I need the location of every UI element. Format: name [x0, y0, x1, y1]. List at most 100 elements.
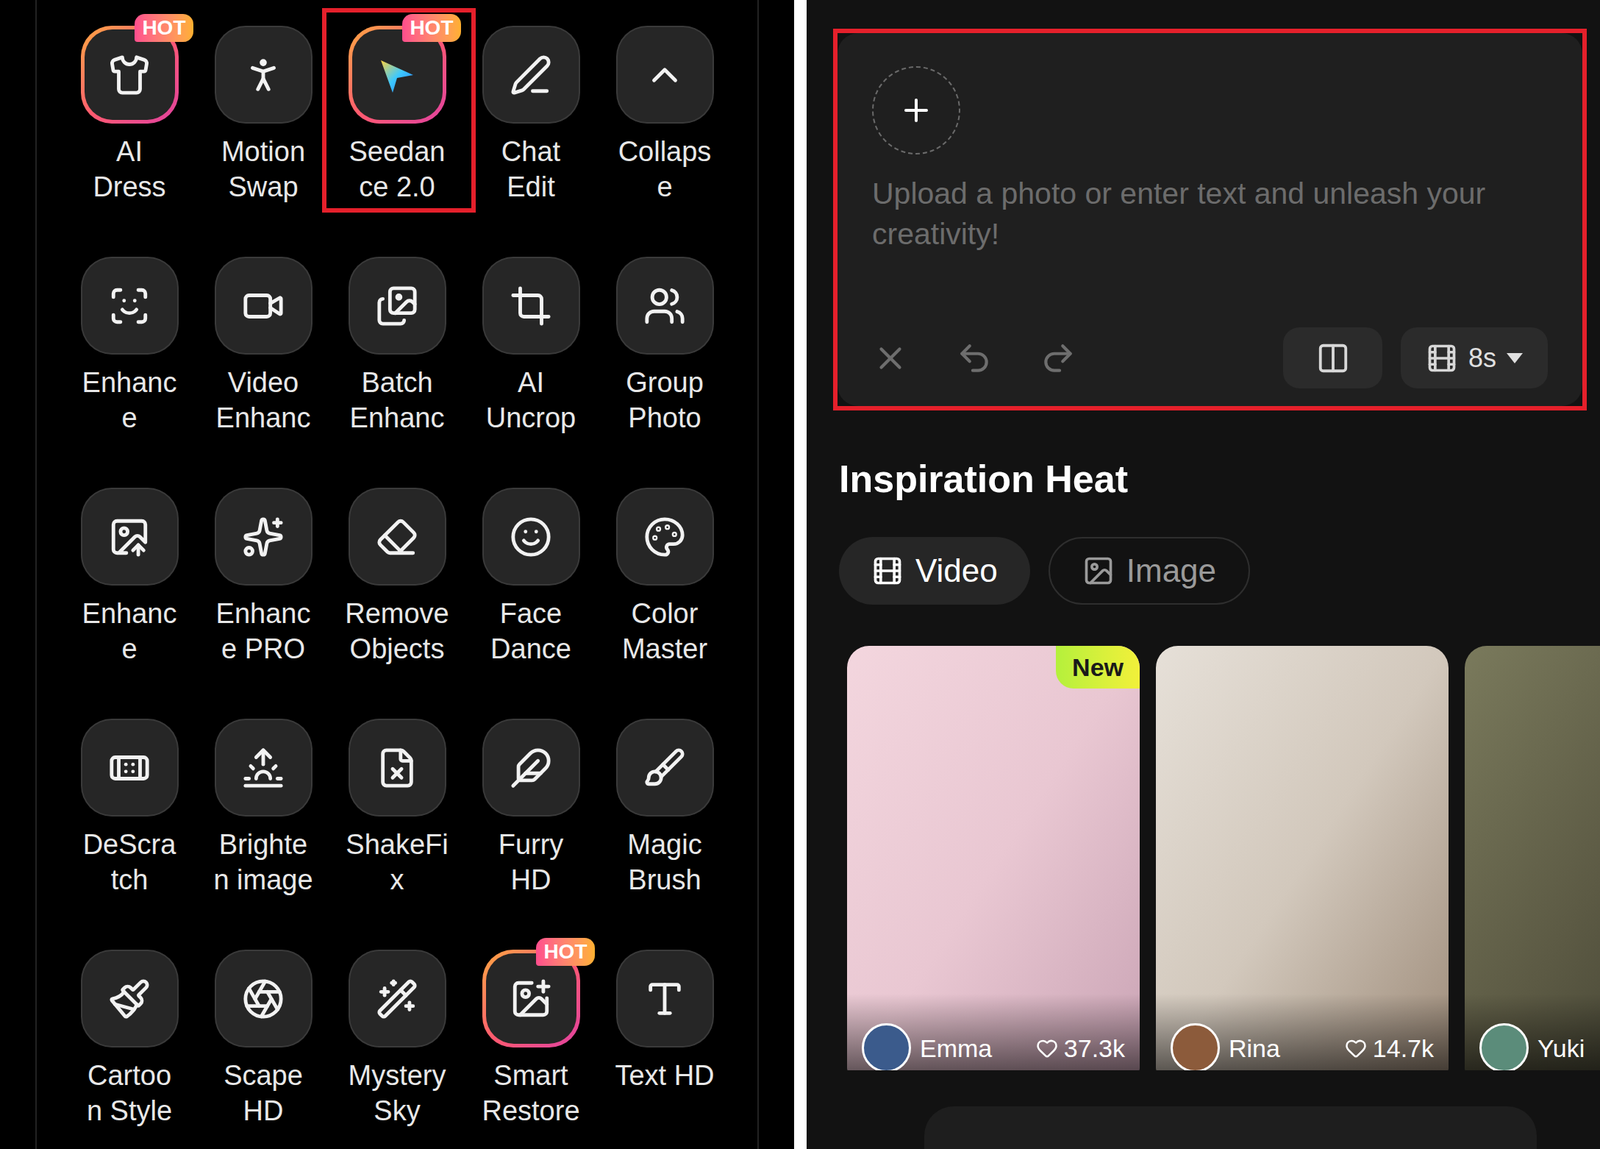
text-icon	[643, 977, 687, 1020]
heart-icon[interactable]	[1036, 1036, 1059, 1059]
tool-icon-frame	[616, 487, 714, 586]
chevron-up-icon	[643, 53, 687, 97]
tool-item[interactable]: ScapeHD	[196, 949, 331, 1149]
tool-label: AIUncrop	[486, 364, 577, 436]
redo-icon[interactable]	[1039, 339, 1077, 377]
tool-icon-frame	[348, 718, 447, 817]
upload-button[interactable]	[872, 66, 961, 155]
media-tab[interactable]: Video	[838, 536, 1031, 605]
tool-item[interactable]: GroupPhoto	[597, 256, 732, 488]
tool-item[interactable]: Enhance	[62, 487, 197, 719]
shake-icon	[375, 746, 419, 789]
tool-label: VideoEnhanc	[216, 364, 312, 436]
clear-icon[interactable]	[872, 339, 909, 377]
tool-item[interactable]: FurryHD	[463, 718, 598, 950]
tool-label: GroupPhoto	[625, 364, 704, 436]
video-icon	[241, 284, 285, 328]
author-avatar	[1479, 1022, 1529, 1070]
motion-icon	[241, 53, 285, 97]
tool-icon-frame	[348, 256, 447, 355]
tool-icon-frame	[214, 718, 313, 817]
sunrise-icon	[241, 746, 285, 789]
brush-icon	[643, 746, 687, 789]
tool-item[interactable]: Enhance	[62, 256, 197, 488]
tool-item[interactable]: HOTSeedance 2.0	[330, 25, 464, 257]
tool-label: ColorMaster	[622, 595, 708, 667]
tool-icon-frame	[214, 256, 313, 355]
tool-item[interactable]: RemoveObjects	[330, 487, 464, 719]
eraser-icon	[375, 515, 419, 559]
tool-item[interactable]: ChatEdit	[463, 25, 598, 257]
plus-icon	[898, 92, 934, 128]
tool-icon-frame	[348, 949, 447, 1048]
dress-icon	[108, 53, 151, 97]
paintbrush-icon	[108, 977, 151, 1020]
tools-panel: HOTAIDressMotionSwapHOTSeedance 2.0ChatE…	[0, 0, 795, 1149]
tool-item[interactable]: HOTAIDress	[62, 25, 197, 257]
tool-label: ScapeHD	[223, 1057, 303, 1128]
tool-item[interactable]: BatchEnhanc	[330, 256, 464, 488]
tool-item[interactable]: Enhance PRO	[196, 487, 331, 719]
media-tab[interactable]: Image	[1048, 536, 1250, 605]
tool-item[interactable]: MotionSwap	[196, 25, 331, 257]
tool-icon-frame	[482, 256, 581, 355]
image-enhance-icon	[108, 515, 151, 559]
tool-label: Enhance	[82, 364, 178, 436]
tool-icon-frame	[616, 25, 714, 124]
tool-icon-frame	[482, 25, 581, 124]
heart-icon[interactable]	[1344, 1036, 1367, 1059]
dropdown-arrow-icon	[1506, 352, 1523, 364]
tool-label: BatchEnhanc	[350, 364, 445, 436]
tool-icon-frame	[482, 487, 581, 586]
images-icon	[375, 284, 419, 328]
inspiration-card[interactable]: Yuki	[1464, 645, 1600, 1070]
chat-edit-icon	[509, 53, 553, 97]
tool-icon-frame	[80, 718, 179, 817]
tool-icon-frame	[616, 718, 714, 817]
video-icon	[871, 554, 904, 587]
wand-icon	[375, 977, 419, 1020]
tool-item[interactable]: FaceDance	[463, 487, 598, 719]
crop-icon	[509, 284, 553, 328]
tool-icon-frame	[214, 949, 313, 1048]
tool-item[interactable]: VideoEnhanc	[196, 256, 331, 488]
inspiration-card[interactable]: Rina14.7k	[1155, 645, 1449, 1070]
tool-label: Enhance	[82, 595, 178, 667]
tool-item[interactable]: Cartoon Style	[62, 949, 197, 1149]
image-icon	[1082, 554, 1115, 587]
composer-frame: Upload a photo or enter text and unleash…	[833, 28, 1587, 411]
tool-item[interactable]: AIUncrop	[463, 256, 598, 488]
restore-icon	[509, 977, 553, 1020]
author-avatar	[1170, 1022, 1220, 1070]
hot-badge: HOT	[134, 13, 193, 42]
author-name: Emma	[919, 1032, 992, 1064]
like-count: 14.7k	[1372, 1032, 1434, 1064]
tool-icon-frame	[214, 487, 313, 586]
inspiration-card[interactable]: NewEmma37.3k	[847, 645, 1140, 1070]
tool-label: SmartRestore	[481, 1057, 580, 1128]
tool-item[interactable]: HOTSmartRestore	[463, 949, 598, 1149]
tool-icon-frame	[80, 256, 179, 355]
tool-item[interactable]: Text HD	[597, 949, 732, 1149]
author-name: Yuki	[1537, 1032, 1585, 1064]
tool-item[interactable]: ShakeFix	[330, 718, 464, 950]
undo-icon[interactable]	[955, 339, 993, 377]
duration-select[interactable]: 8s	[1400, 327, 1548, 389]
prompt-input[interactable]: Upload a photo or enter text and unleash…	[872, 173, 1548, 255]
tool-item[interactable]: Collapse	[597, 25, 732, 257]
like-count: 37.3k	[1063, 1032, 1125, 1064]
tool-item[interactable]: MysterySky	[330, 949, 464, 1149]
tool-label: Seedance 2.0	[348, 133, 445, 205]
tool-label: RemoveObjects	[344, 595, 450, 667]
tool-label: MagicBrush	[627, 826, 702, 898]
scape-icon	[241, 977, 285, 1020]
tool-item[interactable]: ColorMaster	[597, 487, 732, 719]
feather-icon	[509, 746, 553, 789]
tool-item[interactable]: Brighten image	[196, 718, 331, 950]
tool-item[interactable]: MagicBrush	[597, 718, 732, 950]
tool-item[interactable]: DeScratch	[62, 718, 197, 950]
ratio-button[interactable]	[1283, 327, 1383, 389]
divider	[794, 0, 807, 1149]
tool-label: Cartoon Style	[86, 1057, 173, 1128]
hot-badge: HOT	[402, 13, 461, 42]
